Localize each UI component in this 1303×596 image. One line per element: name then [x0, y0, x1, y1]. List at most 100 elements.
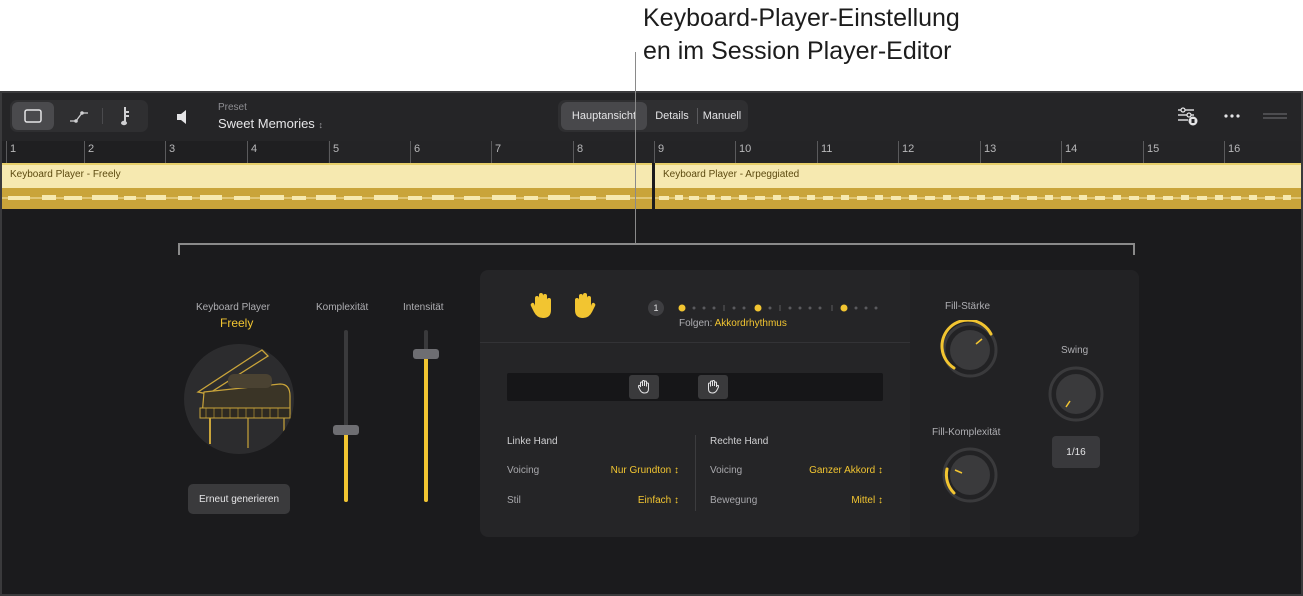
complexity-label: Komplexität	[316, 302, 369, 313]
intensity-slider-handle[interactable]	[413, 349, 439, 360]
ruler-bar-8: 8	[573, 141, 583, 163]
region-view-button[interactable]	[12, 102, 54, 130]
left-voicing-label: Voicing	[507, 465, 540, 476]
intensity-fill	[424, 354, 428, 502]
fill-strength-label: Fill-Stärke	[945, 301, 991, 312]
grand-piano-icon	[196, 349, 291, 448]
callout-line-2: en im Session Player-Editor	[643, 37, 952, 65]
preset-selector[interactable]: Sweet Memories ↕	[218, 116, 323, 131]
ruler-bar-1: 1	[6, 141, 16, 163]
ruler-bar-13: 13	[980, 141, 996, 163]
swing-label: Swing	[1061, 345, 1089, 356]
editor-mode-segment	[10, 100, 148, 132]
ruler-bar-10: 10	[735, 141, 751, 163]
right-hand-title: Rechte Hand	[710, 436, 769, 447]
fill-strength-knob[interactable]	[940, 320, 1000, 380]
fill-complexity-label: Fill-Komplexität	[932, 427, 1001, 438]
region-arpeggiated[interactable]: Keyboard Player - Arpeggiated	[655, 163, 1301, 209]
follow-label: Folgen:	[679, 318, 713, 329]
pattern-number-badge[interactable]: 1	[648, 300, 664, 316]
region-freely[interactable]: Keyboard Player - Freely	[2, 163, 652, 209]
sliders-settings-icon[interactable]	[1176, 105, 1200, 127]
callout-line-1: Keyboard-Player-Einstellung	[643, 4, 960, 32]
intensity-label: Intensität	[403, 302, 444, 313]
right-voicing-label: Voicing	[710, 465, 743, 476]
right-hand-split-handle[interactable]	[698, 375, 728, 399]
regenerate-button[interactable]: Erneut generieren	[188, 484, 290, 514]
left-style-value: Einfach	[637, 495, 672, 506]
swing-rate-button[interactable]: 1/16	[1052, 436, 1100, 468]
ruler-bar-11: 11	[817, 141, 832, 163]
view-divider	[697, 108, 698, 124]
chevron-updown-icon: ↕	[674, 495, 679, 506]
left-voicing-select[interactable]: Nur Grundton ↕	[611, 465, 679, 476]
follow-value: Akkordrhythmus	[714, 318, 787, 329]
session-player-window: Preset Sweet Memories ↕ Hauptansicht Det…	[0, 91, 1303, 596]
speaker-icon[interactable]	[174, 107, 194, 127]
midi-notes-graphic	[2, 195, 652, 200]
ruler-bar-4: 4	[247, 141, 257, 163]
follow-setting[interactable]: Folgen: Akkordrhythmus	[679, 318, 787, 329]
complexity-fill	[344, 429, 348, 502]
note-icon	[121, 107, 129, 126]
rhythm-pattern-dots[interactable]	[678, 303, 888, 313]
ruler-bar-12: 12	[898, 141, 914, 163]
right-movement-select[interactable]: Mittel ↕	[851, 495, 883, 506]
left-hand-icon[interactable]	[530, 292, 554, 320]
ruler-bar-2: 2	[84, 141, 94, 163]
view-segment: Hauptansicht Details Manuell	[558, 100, 748, 132]
left-hand-split-handle[interactable]	[629, 375, 659, 399]
ruler-bar-16: 16	[1224, 141, 1240, 163]
automation-curve-icon	[70, 111, 88, 123]
player-editor-panel: 1 Folgen: Akkordrhythmus Linke Hand Voic…	[480, 270, 1139, 537]
region-header: Keyboard Player - Arpeggiated	[655, 163, 1301, 188]
preset-label: Preset	[218, 102, 247, 113]
complexity-slider-handle[interactable]	[333, 424, 359, 435]
region-notes	[655, 188, 1301, 209]
chevron-updown-icon: ↕	[674, 465, 679, 476]
tab-manuell[interactable]: Manuell	[699, 102, 745, 130]
callout-bracket	[178, 243, 1135, 255]
region-header: Keyboard Player - Freely	[2, 163, 652, 188]
score-view-button[interactable]	[106, 102, 146, 130]
fill-complexity-knob[interactable]	[940, 445, 1000, 505]
player-style[interactable]: Freely	[220, 316, 253, 330]
editor-divider	[480, 342, 910, 343]
more-icon[interactable]	[1222, 105, 1242, 127]
ruler-bar-3: 3	[165, 141, 175, 163]
region-name: Keyboard Player - Arpeggiated	[663, 169, 800, 180]
ruler-bar-5: 5	[329, 141, 339, 163]
callout-leader-line	[635, 52, 636, 244]
right-hand-icon[interactable]	[572, 292, 596, 320]
automation-view-button[interactable]	[58, 102, 100, 130]
ruler-bar-6: 6	[410, 141, 420, 163]
preset-value: Sweet Memories	[218, 116, 315, 131]
chevron-updown-icon: ↕	[878, 465, 883, 476]
segment-divider	[102, 108, 103, 124]
resize-handle-icon[interactable]	[1262, 105, 1288, 127]
right-voicing-select[interactable]: Ganzer Akkord ↕	[809, 465, 883, 476]
right-movement-value: Mittel	[851, 495, 876, 506]
hand-icon	[708, 380, 719, 394]
left-style-select[interactable]: Einfach ↕	[638, 495, 679, 506]
piano-image[interactable]	[184, 344, 294, 454]
region-notes	[2, 188, 652, 209]
player-label: Keyboard Player	[196, 302, 270, 313]
left-style-label: Stil	[507, 495, 521, 506]
right-movement-label: Bewegung	[710, 495, 758, 506]
rectangle-icon	[24, 109, 42, 123]
toolbar: Preset Sweet Memories ↕ Hauptansicht Det…	[2, 93, 1301, 141]
ruler-bar-7: 7	[491, 141, 501, 163]
left-voicing-value: Nur Grundton	[610, 465, 672, 476]
hand-icon	[638, 380, 649, 394]
hand-divider	[695, 435, 696, 511]
left-hand-title: Linke Hand	[507, 436, 558, 447]
keyboard-split-bar[interactable]	[507, 373, 883, 401]
ruler-bar-14: 14	[1061, 141, 1077, 163]
midi-notes-graphic	[655, 195, 1301, 200]
bar-ruler[interactable]: 1 2 3 4 5 6 7 8 9 10 11 12 13 14 15 16	[2, 141, 1301, 163]
chevron-updown-icon: ↕	[318, 120, 323, 130]
tab-details[interactable]: Details	[650, 102, 694, 130]
chevron-updown-icon: ↕	[878, 495, 883, 506]
swing-knob[interactable]	[1046, 364, 1106, 424]
